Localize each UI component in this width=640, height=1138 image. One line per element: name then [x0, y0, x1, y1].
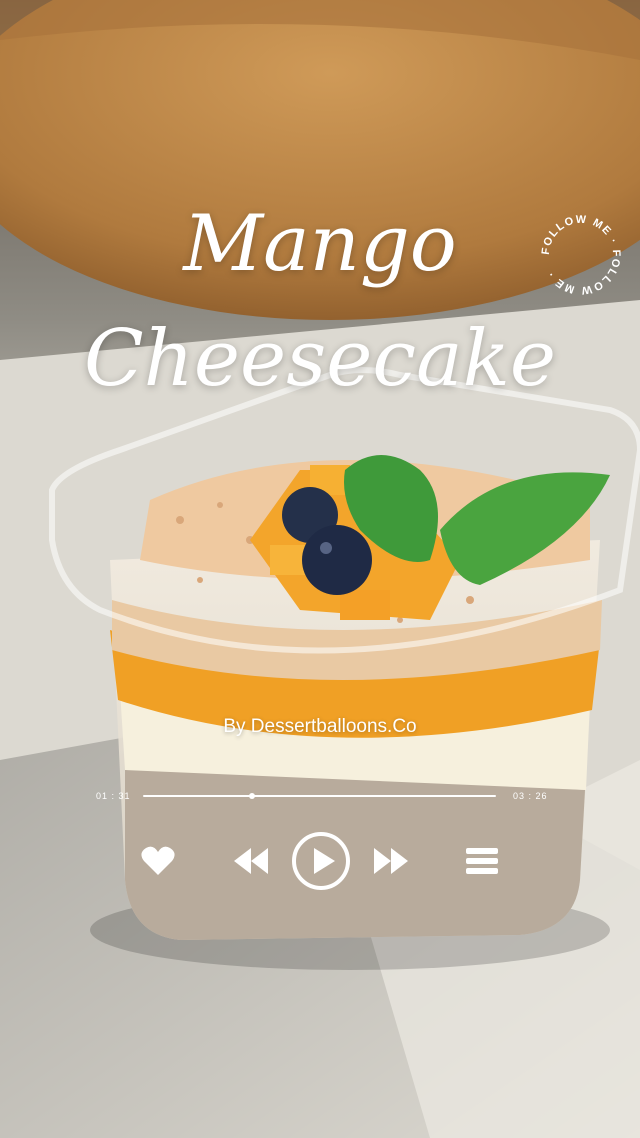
title-line-2: Cheesecake: [83, 314, 557, 404]
heart-icon[interactable]: [140, 845, 176, 882]
progress-track[interactable]: [143, 793, 496, 799]
follow-me-text: FOLLOW ME · FOLLOW ME ·: [540, 214, 621, 297]
current-time: 01 : 31: [96, 791, 131, 801]
fast-forward-icon[interactable]: [372, 846, 410, 881]
follow-me-badge[interactable]: FOLLOW ME · FOLLOW ME ·: [536, 210, 626, 300]
total-time: 03 : 26: [513, 791, 548, 801]
dessert-photo: [0, 0, 640, 1138]
byline: By Dessertballoons.Co: [223, 716, 417, 737]
play-button[interactable]: [291, 831, 351, 896]
svg-text:FOLLOW ME · FOLLOW ME ·: FOLLOW ME · FOLLOW ME ·: [540, 214, 622, 297]
play-icon: [314, 848, 335, 874]
menu-icon[interactable]: [466, 848, 498, 879]
rewind-icon[interactable]: [232, 846, 270, 881]
